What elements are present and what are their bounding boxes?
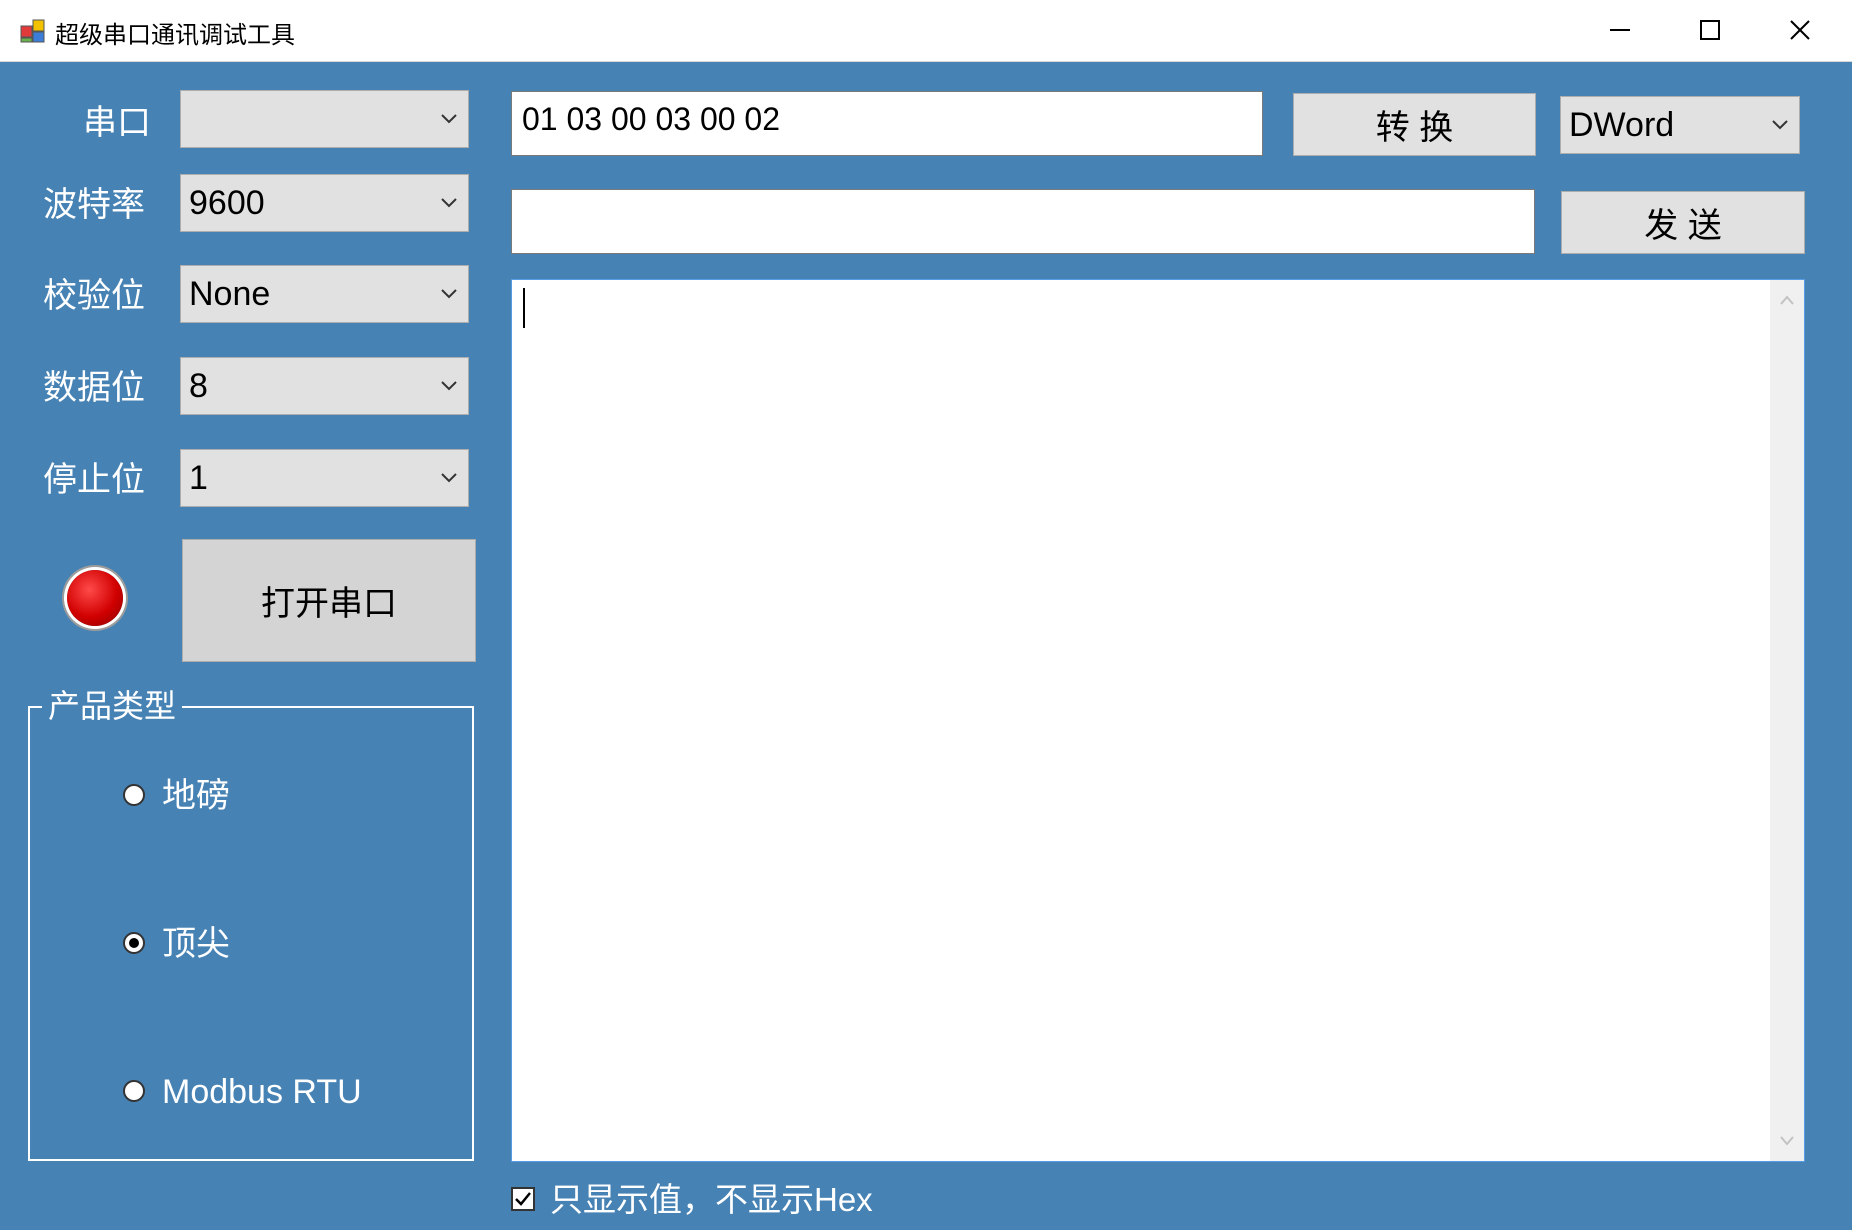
vertical-scrollbar[interactable] — [1770, 280, 1804, 1161]
parity-select[interactable]: None — [180, 265, 469, 323]
send-input[interactable] — [511, 189, 1535, 254]
status-led-icon — [67, 570, 123, 626]
radio-label-dibang: 地磅 — [162, 777, 230, 815]
stopbits-select[interactable]: 1 — [180, 449, 469, 507]
window-title: 超级串口通讯调试工具 — [55, 22, 295, 49]
chevron-down-icon — [441, 289, 457, 299]
title-bar: 超级串口通讯调试工具 — [0, 0, 1852, 62]
chevron-down-icon — [441, 381, 457, 391]
close-button[interactable] — [1755, 0, 1845, 60]
radio-label-modbus-rtu: Modbus RTU — [162, 1073, 362, 1111]
data-type-select[interactable]: DWord — [1560, 96, 1800, 154]
output-textarea[interactable] — [511, 279, 1805, 1162]
chevron-down-icon — [441, 473, 457, 483]
port-select[interactable] — [180, 90, 469, 148]
open-port-button[interactable]: 打开串口 — [182, 539, 476, 662]
product-type-title: 产品类型 — [42, 686, 183, 726]
data-type-value: DWord — [1569, 105, 1675, 144]
radio-modbus-rtu[interactable] — [123, 1080, 145, 1102]
maximize-button[interactable] — [1665, 0, 1755, 60]
value-only-checkbox[interactable] — [511, 1187, 535, 1211]
radio-dibang[interactable] — [123, 784, 145, 806]
check-icon — [515, 1192, 531, 1206]
text-caret — [523, 288, 525, 328]
maximize-icon — [1700, 20, 1720, 40]
send-button[interactable]: 发 送 — [1561, 191, 1805, 254]
chevron-down-icon — [441, 114, 457, 124]
radio-label-dingjian: 顶尖 — [162, 925, 230, 963]
scroll-up-icon[interactable] — [1779, 294, 1795, 306]
minimize-icon — [1610, 29, 1630, 31]
convert-button[interactable]: 转 换 — [1293, 93, 1536, 156]
value-only-label: 只显示值，不显示Hex — [550, 1181, 873, 1218]
port-label: 串口 — [83, 104, 151, 142]
minimize-button[interactable] — [1575, 0, 1665, 60]
hex-command-input[interactable]: 01 03 00 03 00 02 — [511, 91, 1263, 156]
chevron-down-icon — [1772, 120, 1788, 130]
baud-label: 波特率 — [43, 186, 145, 224]
app-icon — [20, 19, 45, 43]
stopbits-value: 1 — [189, 458, 208, 497]
chevron-down-icon — [441, 198, 457, 208]
stopbits-label: 停止位 — [43, 461, 145, 499]
scroll-down-icon[interactable] — [1779, 1135, 1795, 1147]
radio-dingjian[interactable] — [123, 932, 145, 954]
baud-select[interactable]: 9600 — [180, 174, 469, 232]
databits-label: 数据位 — [43, 369, 145, 407]
parity-label: 校验位 — [43, 277, 145, 315]
parity-value: None — [189, 274, 271, 313]
databits-select[interactable]: 8 — [180, 357, 469, 415]
close-icon — [1790, 20, 1810, 40]
baud-value: 9600 — [189, 183, 265, 222]
databits-value: 8 — [189, 366, 208, 405]
